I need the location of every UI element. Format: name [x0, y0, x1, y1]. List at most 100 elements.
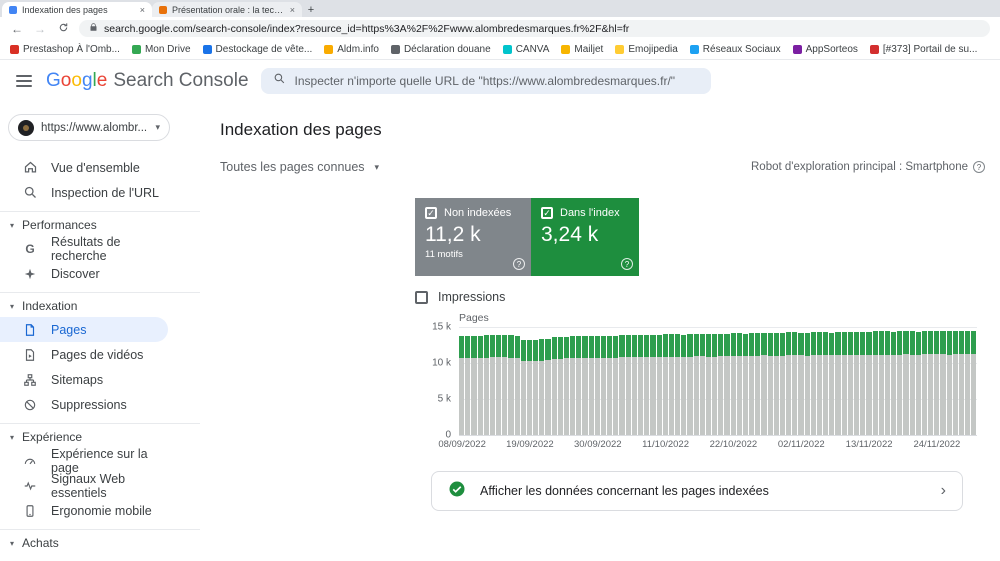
chart-bar[interactable] [515, 327, 520, 435]
bookmark-item[interactable]: Aldm.info [324, 44, 379, 55]
chart-bar[interactable] [835, 327, 840, 435]
chart-bar[interactable] [879, 327, 884, 435]
chart-bar[interactable] [755, 327, 760, 435]
chart-bar[interactable] [959, 327, 964, 435]
chart-bar[interactable] [866, 327, 871, 435]
chart-bar[interactable] [558, 327, 563, 435]
chart-bar[interactable] [657, 327, 662, 435]
chart-bar[interactable] [848, 327, 853, 435]
close-tab-icon[interactable]: × [140, 5, 145, 15]
chart-bar[interactable] [681, 327, 686, 435]
chart-bar[interactable] [885, 327, 890, 435]
chart-bar[interactable] [502, 327, 507, 435]
section-header-experience[interactable]: ▾ Expérience [0, 426, 200, 448]
bookmark-item[interactable]: Mailjet [561, 44, 603, 55]
url-bar[interactable]: search.google.com/search-console/index?r… [79, 20, 990, 37]
sidebar-item-mobile-usability[interactable]: Ergonomie mobile [0, 498, 168, 523]
sidebar-item-pages[interactable]: Pages [0, 317, 168, 342]
chart-bar[interactable] [545, 327, 550, 435]
chart-bar[interactable] [484, 327, 489, 435]
property-selector[interactable]: https://www.alombr... ▾ [8, 114, 170, 141]
section-header-performances[interactable]: ▾ Performances [0, 214, 200, 236]
url-inspection-bar[interactable] [261, 68, 711, 94]
chart-bar[interactable] [718, 327, 723, 435]
chart-bar[interactable] [737, 327, 742, 435]
chart-bar[interactable] [626, 327, 631, 435]
chart-bar[interactable] [928, 327, 933, 435]
stat-card[interactable]: ✓ Non indexées 11,2 k 11 motifs ? [415, 198, 531, 276]
checkbox-checked-icon[interactable]: ✓ [425, 207, 437, 219]
forward-icon[interactable]: → [33, 23, 47, 35]
sidebar-item-overview[interactable]: Vue d'ensemble [0, 155, 168, 180]
chart-bar[interactable] [823, 327, 828, 435]
sidebar-item-url-inspection[interactable]: Inspection de l'URL [0, 180, 168, 205]
menu-icon[interactable] [16, 75, 32, 87]
chart-bar[interactable] [811, 327, 816, 435]
chart-bar[interactable] [601, 327, 606, 435]
stat-card[interactable]: ✓ Dans l'index 3,24 k ? [531, 198, 639, 276]
bookmark-item[interactable]: Destockage de vête... [203, 44, 313, 55]
chart-bar[interactable] [891, 327, 896, 435]
view-indexed-data-link[interactable]: Afficher les données concernant les page… [431, 471, 963, 511]
checkbox-checked-icon[interactable]: ✓ [541, 207, 553, 219]
chart-bar[interactable] [817, 327, 822, 435]
chart-bar[interactable] [749, 327, 754, 435]
chart-bar[interactable] [805, 327, 810, 435]
chart-bar[interactable] [687, 327, 692, 435]
chart-bar[interactable] [582, 327, 587, 435]
app-logo[interactable]: Google Search Console [46, 70, 249, 92]
checkbox-unchecked-icon[interactable] [415, 291, 428, 304]
chart-bar[interactable] [953, 327, 958, 435]
chart-bar[interactable] [792, 327, 797, 435]
browser-tab[interactable]: Présentation orale : la technique × [152, 2, 302, 17]
help-icon[interactable]: ? [621, 258, 633, 270]
bookmark-item[interactable]: [#373] Portail de su... [870, 44, 978, 55]
chart-bar[interactable] [786, 327, 791, 435]
help-icon[interactable]: ? [973, 161, 985, 173]
chart-bar[interactable] [829, 327, 834, 435]
chart-bar[interactable] [570, 327, 575, 435]
section-header-achats[interactable]: ▾ Achats [0, 532, 200, 554]
sidebar-item-sitemaps[interactable]: Sitemaps [0, 367, 168, 392]
help-icon[interactable]: ? [513, 258, 525, 270]
chart-bar[interactable] [947, 327, 952, 435]
url-inspection-input[interactable] [295, 74, 699, 88]
bookmark-item[interactable]: Prestashop À l'Omb... [10, 44, 120, 55]
back-icon[interactable]: ← [10, 23, 24, 35]
chart-bar[interactable] [910, 327, 915, 435]
sidebar-item-page-experience[interactable]: Expérience sur la page [0, 448, 168, 473]
chart-bar[interactable] [471, 327, 476, 435]
bookmark-item[interactable]: AppSorteos [793, 44, 858, 55]
chart-bar[interactable] [478, 327, 483, 435]
chart-bar[interactable] [675, 327, 680, 435]
chart-bar[interactable] [490, 327, 495, 435]
chart-bar[interactable] [712, 327, 717, 435]
browser-tab[interactable]: Indexation des pages × [2, 2, 152, 17]
chart-bar[interactable] [774, 327, 779, 435]
chart-bar[interactable] [539, 327, 544, 435]
chevron-right-icon[interactable]: › [941, 483, 946, 499]
chart-bar[interactable] [854, 327, 859, 435]
chart-bar[interactable] [552, 327, 557, 435]
chart-bar[interactable] [761, 327, 766, 435]
chart-bar[interactable] [965, 327, 970, 435]
sidebar-item-core-web-vitals[interactable]: Signaux Web essentiels [0, 473, 168, 498]
chart-bar[interactable] [576, 327, 581, 435]
chart-bar[interactable] [768, 327, 773, 435]
chart-bar[interactable] [533, 327, 538, 435]
chart-bar[interactable] [527, 327, 532, 435]
sidebar-item-discover[interactable]: Discover [0, 261, 168, 286]
chart-bar[interactable] [644, 327, 649, 435]
sidebar-item-removals[interactable]: Suppressions [0, 392, 168, 417]
pages-filter-dropdown[interactable]: Toutes les pages connues ▾ [220, 160, 379, 174]
bookmark-item[interactable]: Réseaux Sociaux [690, 44, 781, 55]
section-header-indexation[interactable]: ▾ Indexation [0, 295, 200, 317]
chart-bar[interactable] [873, 327, 878, 435]
chart-bar[interactable] [465, 327, 470, 435]
chart-bar[interactable] [897, 327, 902, 435]
chart-bar[interactable] [780, 327, 785, 435]
chart-bar[interactable] [934, 327, 939, 435]
chart-bar[interactable] [632, 327, 637, 435]
chart-bar[interactable] [743, 327, 748, 435]
chart-bar[interactable] [459, 327, 464, 435]
